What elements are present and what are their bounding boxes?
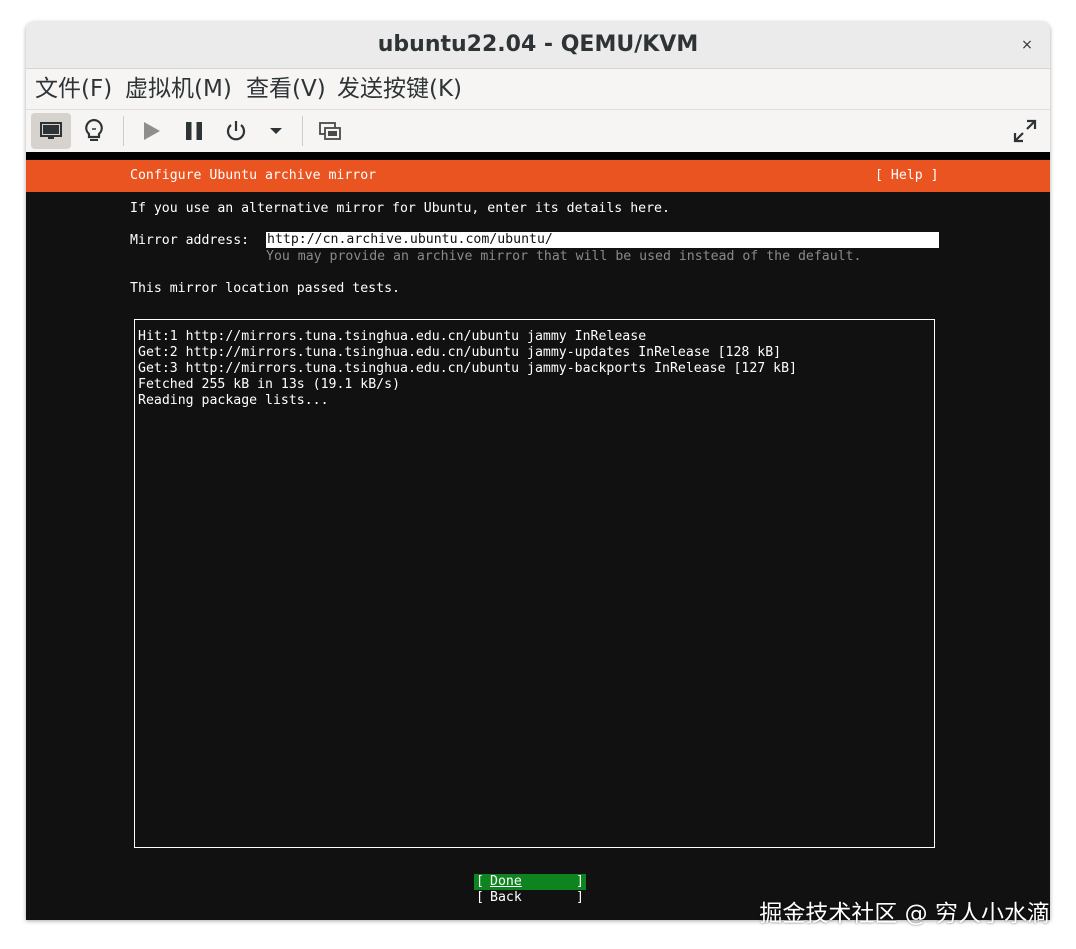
qemu-window: ubuntu22.04 - QEMU/KVM × 文件(F) 虚拟机(M) 查看… bbox=[26, 22, 1050, 920]
snapshot-button[interactable] bbox=[310, 113, 350, 149]
title-bar: ubuntu22.04 - QEMU/KVM × bbox=[26, 22, 1050, 69]
back-label: Back bbox=[490, 890, 522, 905]
fullscreen-icon bbox=[1013, 119, 1037, 143]
back-bracket-left: [ bbox=[476, 890, 484, 905]
pause-button[interactable] bbox=[174, 113, 214, 149]
log-line: Get:3 http://mirrors.tuna.tsinghua.edu.c… bbox=[138, 361, 797, 376]
log-line: Hit:1 http://mirrors.tuna.tsinghua.edu.c… bbox=[138, 329, 647, 344]
menu-send-key[interactable]: 发送按键(K) bbox=[337, 69, 462, 109]
done-label: Done bbox=[490, 874, 522, 889]
mirror-status: This mirror location passed tests. bbox=[130, 281, 400, 296]
done-button[interactable]: [ Done ] bbox=[474, 874, 586, 890]
menu-file[interactable]: 文件(F) bbox=[35, 69, 112, 109]
power-button[interactable] bbox=[216, 113, 256, 149]
done-bracket-left: [ bbox=[476, 874, 484, 889]
fullscreen-button[interactable] bbox=[1005, 113, 1045, 149]
power-icon bbox=[226, 121, 246, 141]
help-button[interactable]: [ Help ] bbox=[875, 160, 939, 192]
watermark: 掘金技术社区 @ 穷人小水滴 bbox=[759, 901, 1050, 927]
log-line: Reading package lists... bbox=[138, 393, 329, 408]
lightbulb-icon bbox=[85, 118, 103, 141]
mirror-address-input[interactable]: http://cn.archive.ubuntu.com/ubuntu/ bbox=[266, 232, 939, 248]
power-menu-button[interactable] bbox=[256, 113, 296, 149]
window-title: ubuntu22.04 - QEMU/KVM bbox=[377, 32, 699, 57]
done-bracket-right: ] bbox=[576, 874, 584, 889]
play-icon bbox=[144, 122, 160, 140]
toolbar bbox=[26, 110, 1050, 152]
details-button[interactable] bbox=[74, 113, 114, 149]
mirror-hint: You may provide an archive mirror that w… bbox=[266, 249, 862, 264]
pause-icon bbox=[186, 122, 202, 140]
log-line: Fetched 255 kB in 13s (19.1 kB/s) bbox=[138, 377, 401, 392]
menu-bar: 文件(F) 虚拟机(M) 查看(V) 发送按键(K) bbox=[26, 69, 1050, 110]
installer-header: Configure Ubuntu archive mirror [ Help ] bbox=[26, 160, 1050, 192]
vm-display[interactable]: Configure Ubuntu archive mirror [ Help ]… bbox=[26, 152, 1050, 920]
run-button[interactable] bbox=[131, 113, 171, 149]
mirror-label: Mirror address: bbox=[130, 233, 250, 248]
snapshot-icon bbox=[319, 122, 341, 140]
menu-vm[interactable]: 虚拟机(M) bbox=[125, 69, 232, 109]
intro-text: If you use an alternative mirror for Ubu… bbox=[130, 201, 670, 216]
back-button[interactable]: [ Back ] bbox=[474, 890, 586, 906]
display-top-strip bbox=[26, 152, 1050, 160]
installer-title: Configure Ubuntu archive mirror bbox=[130, 168, 377, 183]
back-bracket-right: ] bbox=[576, 890, 584, 905]
close-button[interactable]: × bbox=[1016, 34, 1038, 56]
apt-log-box: Hit:1 http://mirrors.tuna.tsinghua.edu.c… bbox=[134, 319, 935, 848]
menu-view[interactable]: 查看(V) bbox=[246, 69, 326, 109]
toolbar-separator bbox=[123, 116, 124, 146]
console-icon bbox=[40, 122, 62, 139]
console-button[interactable] bbox=[31, 113, 71, 149]
log-line: Get:2 http://mirrors.tuna.tsinghua.edu.c… bbox=[138, 345, 782, 360]
dropdown-icon bbox=[270, 128, 282, 134]
toolbar-separator bbox=[302, 116, 303, 146]
